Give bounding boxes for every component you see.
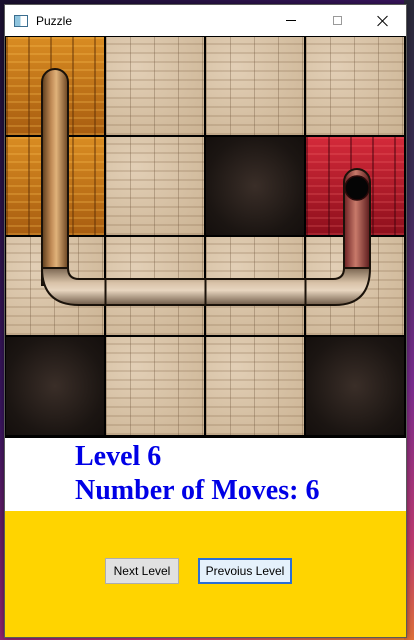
level-label: Level 6	[75, 441, 162, 472]
tile-start[interactable]	[6, 37, 104, 135]
title-bar[interactable]: Puzzle	[5, 5, 406, 36]
status-panel: Level 6 Number of Moves: 6	[5, 438, 406, 511]
puzzle-window: Puzzle Level 6 Number of Moves: 6 Next L…	[4, 4, 407, 638]
tile-blank[interactable]	[306, 337, 404, 435]
next-level-button[interactable]: Next Level	[105, 558, 179, 584]
app-icon	[14, 14, 28, 27]
tile-stone[interactable]	[306, 37, 404, 135]
tile-goal[interactable]	[306, 137, 404, 235]
maximize-icon	[332, 16, 342, 25]
close-button[interactable]	[360, 5, 406, 36]
tile-stone[interactable]	[106, 37, 204, 135]
previous-level-button[interactable]: Prevoius Level	[198, 558, 292, 584]
maximize-button[interactable]	[314, 5, 360, 36]
tile-stone[interactable]	[106, 137, 204, 235]
minimize-icon	[286, 20, 296, 21]
moves-counter: Number of Moves: 6	[75, 475, 319, 507]
tile-pipe-vertical[interactable]	[6, 137, 104, 235]
tile-blank[interactable]	[6, 337, 104, 435]
tile-pipe-corner[interactable]	[6, 237, 104, 335]
tile-pipe-horizontal[interactable]	[206, 237, 304, 335]
puzzle-board	[5, 36, 406, 438]
tile-stone[interactable]	[206, 337, 304, 435]
close-icon	[377, 15, 389, 27]
tile-blank[interactable]	[206, 137, 304, 235]
tile-pipe-corner[interactable]	[306, 237, 404, 335]
tile-pipe-horizontal[interactable]	[106, 237, 204, 335]
moves-label: Number of Moves:	[75, 475, 299, 506]
window-title: Puzzle	[36, 13, 73, 28]
controls-panel: Next Level Prevoius Level	[5, 511, 406, 637]
minimize-button[interactable]	[268, 5, 314, 36]
tile-stone[interactable]	[106, 337, 204, 435]
moves-value: 6	[305, 475, 320, 506]
tile-stone[interactable]	[206, 37, 304, 135]
